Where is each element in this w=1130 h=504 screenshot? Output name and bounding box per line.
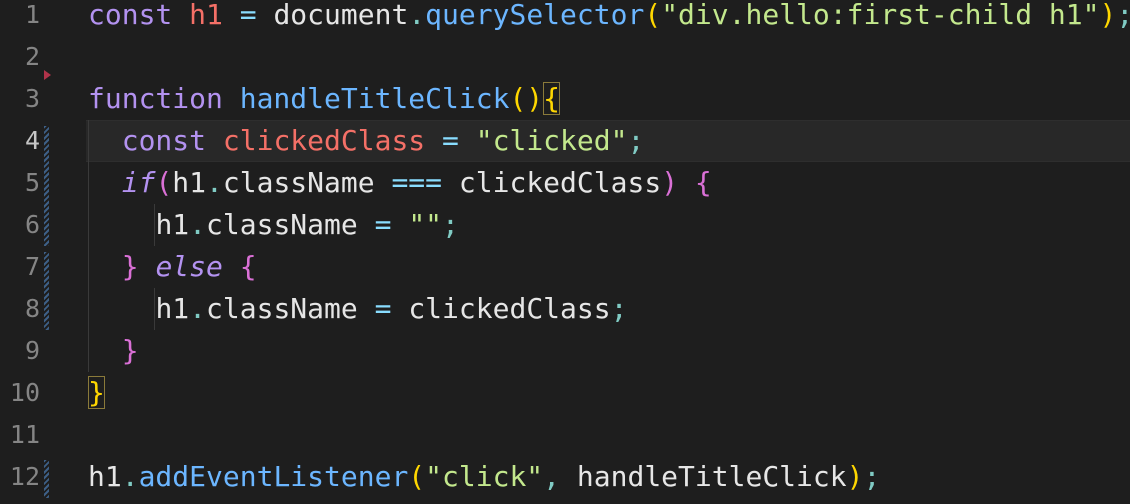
bracket: } xyxy=(121,250,139,283)
code-line-6[interactable]: 6 h1.className = ""; xyxy=(0,204,1130,246)
code-line-10[interactable]: 10 } xyxy=(0,372,1130,414)
identifier: clickedClass xyxy=(458,166,662,199)
punctuation: ; xyxy=(627,124,645,157)
punctuation: . xyxy=(408,0,426,31)
identifier: handleTitleClick xyxy=(576,460,847,493)
operator: = xyxy=(374,292,392,325)
punctuation: . xyxy=(121,460,139,493)
bracket: { xyxy=(694,166,712,199)
keyword: function xyxy=(88,82,223,115)
line-number: 1 xyxy=(24,0,40,29)
bracket: ) xyxy=(1099,0,1117,31)
bracket-match: } xyxy=(88,376,105,409)
operator: = xyxy=(374,208,392,241)
operator: === xyxy=(391,166,443,199)
line-number: 7 xyxy=(24,252,40,281)
keyword: const xyxy=(88,0,173,31)
property: className xyxy=(206,292,358,325)
punctuation: , xyxy=(543,460,561,493)
line-number: 12 xyxy=(9,462,40,491)
bracket: ) xyxy=(661,166,679,199)
method-name: addEventListener xyxy=(138,460,409,493)
punctuation: ; xyxy=(610,292,628,325)
code-line-1[interactable]: 1 const h1 = document.querySelector("div… xyxy=(0,0,1130,36)
bracket: } xyxy=(121,334,139,367)
code-line-11[interactable]: 11 xyxy=(0,414,1130,456)
line-number: 11 xyxy=(9,420,40,449)
identifier: h1 xyxy=(155,292,190,325)
bracket: () xyxy=(509,82,544,115)
code-line-7[interactable]: 7 } else { xyxy=(0,246,1130,288)
string-literal: "div.hello:first-child h1" xyxy=(661,0,1100,31)
punctuation: ; xyxy=(863,460,881,493)
keyword: if xyxy=(121,166,156,199)
code-line-5[interactable]: 5 if(h1.className === clickedClass) { xyxy=(0,162,1130,204)
line-number: 10 xyxy=(9,378,40,407)
bracket: ( xyxy=(408,460,426,493)
line-number: 2 xyxy=(24,42,40,71)
punctuation: . xyxy=(206,166,223,199)
punctuation: . xyxy=(189,208,207,241)
string-literal: "click" xyxy=(425,460,544,493)
punctuation: . xyxy=(189,292,207,325)
code-editor[interactable]: 1 const h1 = document.querySelector("div… xyxy=(0,0,1130,504)
bracket: ( xyxy=(644,0,662,31)
identifier: h1 xyxy=(88,460,122,493)
string-literal: "" xyxy=(408,208,443,241)
property: className xyxy=(222,166,375,199)
code-line-4[interactable]: 4 const clickedClass = "clicked"; xyxy=(0,120,1130,162)
code-line-3[interactable]: 3 function handleTitleClick(){ xyxy=(0,78,1130,120)
bracket: { xyxy=(239,250,257,283)
method-name: querySelector xyxy=(425,0,645,31)
code-line-2[interactable]: 2 xyxy=(0,36,1130,78)
identifier: clickedClass xyxy=(222,124,426,157)
identifier: h1 xyxy=(172,166,207,199)
line-number: 9 xyxy=(24,336,40,365)
code-line-9[interactable]: 9 } xyxy=(0,330,1130,372)
identifier: document xyxy=(273,0,409,31)
operator: = xyxy=(442,124,459,157)
operator: = xyxy=(239,0,257,31)
line-number: 8 xyxy=(24,294,40,323)
bracket-match: { xyxy=(543,82,561,115)
code-line-12[interactable]: 12 h1.addEventListener("click", handleTi… xyxy=(0,456,1130,498)
line-number: 3 xyxy=(24,84,40,113)
punctuation: ; xyxy=(442,208,459,241)
identifier: h1 xyxy=(189,0,223,31)
function-name: handleTitleClick xyxy=(239,82,510,115)
identifier: h1 xyxy=(155,208,190,241)
bracket: ) xyxy=(846,460,864,493)
line-number: 6 xyxy=(24,210,40,239)
identifier: clickedClass xyxy=(408,292,611,325)
punctuation: ; xyxy=(1116,0,1130,31)
line-number: 5 xyxy=(24,168,40,197)
keyword: const xyxy=(121,124,207,157)
bracket: ( xyxy=(155,166,173,199)
property: className xyxy=(206,208,358,241)
string-literal: "clicked" xyxy=(475,124,628,157)
line-number: 4 xyxy=(24,126,40,155)
code-line-8[interactable]: 8 h1.className = clickedClass; xyxy=(0,288,1130,330)
keyword: else xyxy=(155,250,223,283)
